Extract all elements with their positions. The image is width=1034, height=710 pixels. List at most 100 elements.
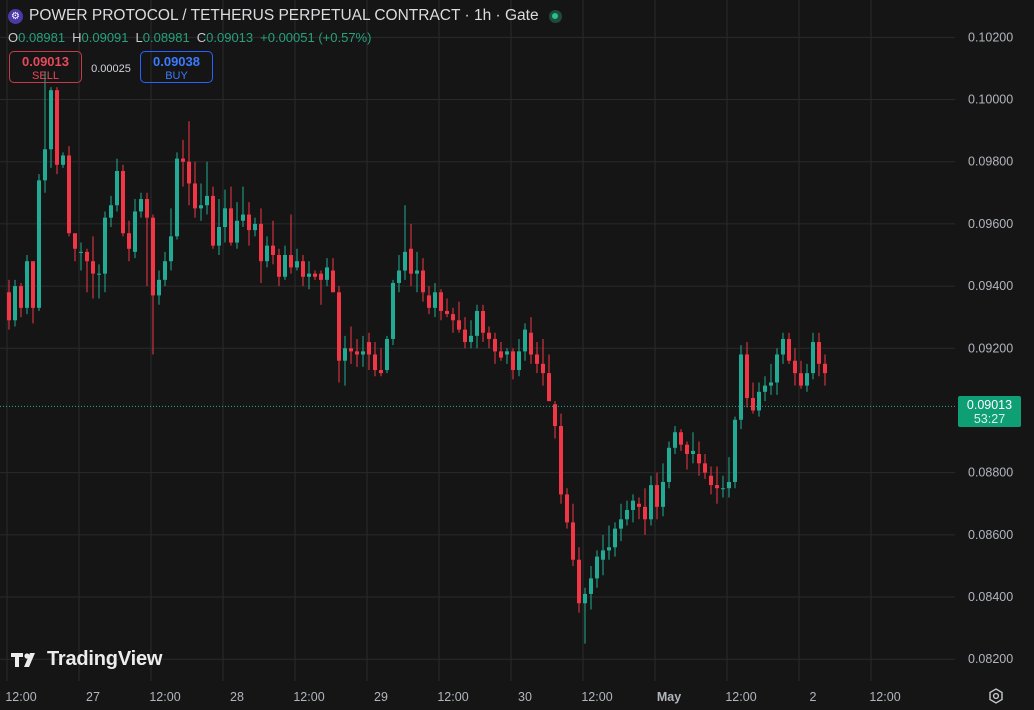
candle-body <box>103 217 107 274</box>
candle-body <box>751 398 755 411</box>
sell-button[interactable]: 0.09013 SELL <box>9 51 82 83</box>
candle-body <box>277 254 281 277</box>
symbol-title[interactable]: POWER PROTOCOL / TETHERUS PERPETUAL CONT… <box>29 7 539 25</box>
watermark-text: TradingView <box>47 648 163 670</box>
candle-body <box>757 391 761 411</box>
candle-body <box>139 199 143 212</box>
candle-body <box>709 475 713 486</box>
candle-body <box>643 506 647 520</box>
candle-body <box>469 335 473 343</box>
x-tick-label: 12:00 <box>437 690 468 704</box>
candle-body <box>175 158 179 237</box>
candle-body <box>145 199 149 218</box>
y-tick-label: 0.10000 <box>968 93 1013 107</box>
spread-value: 0.00025 <box>91 63 131 75</box>
candle-body <box>163 261 167 280</box>
candle-body <box>769 382 773 386</box>
tradingview-watermark[interactable]: TradingView <box>11 648 162 671</box>
candle-body <box>37 180 41 308</box>
candle-body <box>133 211 137 252</box>
candle-body <box>355 351 359 355</box>
candle-body <box>283 254 287 277</box>
x-tick-label: 2 <box>810 690 817 704</box>
candle-body <box>517 351 521 371</box>
candle-body <box>367 342 371 355</box>
candle-body <box>745 354 749 399</box>
candle-body <box>295 261 299 268</box>
candle-body <box>541 363 545 374</box>
candle-body <box>727 481 731 489</box>
candle-body <box>31 261 35 308</box>
chart-settings-icon[interactable] <box>987 687 1005 705</box>
market-open-status-icon[interactable] <box>548 9 562 23</box>
candle-body <box>445 310 449 315</box>
candle-body <box>379 370 383 374</box>
candle-body <box>481 310 485 333</box>
buy-button[interactable]: 0.09038 BUY <box>140 51 213 83</box>
candle-body <box>19 286 23 308</box>
candle-body <box>217 227 221 246</box>
candle-body <box>121 171 125 234</box>
candle-body <box>493 338 497 352</box>
candle-body <box>655 485 659 507</box>
candle-body <box>415 270 419 274</box>
candle-body <box>733 419 737 482</box>
ohlc-legend: O0.08981 H0.09091 L0.08981 C0.09013 +0.0… <box>8 30 371 46</box>
candle-body <box>559 426 563 495</box>
candle-body <box>403 251 407 271</box>
candle-body <box>193 183 197 209</box>
x-tick-label: 27 <box>86 690 100 704</box>
bar-countdown: 53:27 <box>973 412 1006 426</box>
candle-body <box>187 161 191 184</box>
candle-body <box>313 273 317 277</box>
high-value: 0.09091 <box>81 30 129 45</box>
x-tick-label: May <box>657 690 681 704</box>
candle-body <box>61 155 65 165</box>
buy-price: 0.09038 <box>153 54 200 69</box>
candle-body <box>67 155 71 234</box>
candle-body <box>361 351 365 355</box>
candle-body <box>649 485 653 520</box>
candle-body <box>535 354 539 364</box>
sell-label: SELL <box>32 70 59 82</box>
candle-body <box>613 528 617 548</box>
candle-body <box>739 354 743 420</box>
candle-body <box>463 329 467 343</box>
candle-body <box>685 444 689 454</box>
candle-body <box>607 547 611 551</box>
last-price-tag: 0.09013 53:27 <box>958 396 1021 427</box>
candle-body <box>763 385 767 392</box>
candle-body <box>151 217 155 296</box>
candle-body <box>199 205 203 209</box>
candle-body <box>625 509 629 520</box>
candle-body <box>661 481 665 507</box>
candle-body <box>637 503 641 507</box>
candle-body <box>421 270 425 293</box>
sell-price: 0.09013 <box>22 54 69 69</box>
candle-body <box>127 233 131 249</box>
candle-body <box>475 310 479 336</box>
candle-body <box>529 332 533 355</box>
y-tick-label: 0.08600 <box>968 528 1013 542</box>
candle-body <box>511 351 515 371</box>
candle-body <box>799 373 803 386</box>
candlestick-chart[interactable]: 0.10200 0.10000 0.09800 0.09600 0.09400 0.092… <box>0 0 1034 710</box>
candle-body <box>565 494 569 523</box>
candle-body <box>679 432 683 445</box>
candle-body <box>49 90 53 150</box>
x-tick-label: 30 <box>518 690 532 704</box>
y-tick-label: 0.08400 <box>968 590 1013 604</box>
candle-body <box>235 220 239 243</box>
candle-body <box>691 450 695 454</box>
candle-body <box>433 292 437 308</box>
candle-body <box>205 195 209 206</box>
candle-body <box>289 254 293 268</box>
candle-body <box>499 351 503 358</box>
candle-body <box>781 338 785 355</box>
candle-body <box>571 522 575 560</box>
candle-body <box>169 236 173 262</box>
candle-body <box>109 205 113 218</box>
x-tick-label: 12:00 <box>869 690 900 704</box>
candle-body <box>349 348 353 352</box>
candle-body <box>25 261 29 308</box>
